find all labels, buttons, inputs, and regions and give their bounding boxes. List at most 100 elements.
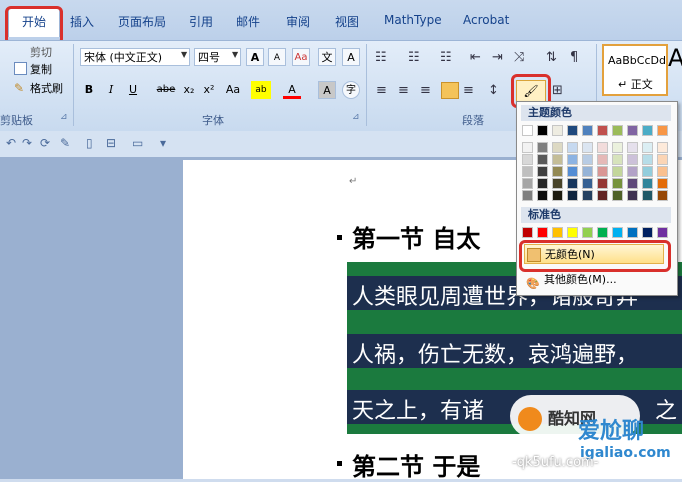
theme-color-swatch[interactable]: [582, 154, 593, 165]
multilevel-list-icon[interactable]: ☷: [440, 50, 452, 65]
theme-color-swatch[interactable]: [567, 125, 578, 136]
theme-color-swatch[interactable]: [627, 178, 638, 189]
theme-color-swatch[interactable]: [522, 166, 533, 177]
tab-references[interactable]: 引用: [189, 13, 213, 30]
standard-color-swatch[interactable]: [597, 227, 608, 238]
theme-color-swatch[interactable]: [627, 166, 638, 177]
font-color-button[interactable]: A: [283, 81, 301, 99]
change-case-button[interactable]: Aa: [222, 81, 244, 99]
body-line-2[interactable]: 人祸，伤亡无数，哀鸿遍野，: [352, 337, 638, 369]
italic-button[interactable]: I: [102, 81, 120, 99]
standard-color-swatch[interactable]: [582, 227, 593, 238]
asian-layout-icon[interactable]: ⤨: [514, 50, 524, 65]
new-document-icon[interactable]: ▯: [86, 136, 93, 150]
redo-icon[interactable]: ↷: [22, 136, 32, 150]
theme-color-swatch[interactable]: [657, 190, 668, 201]
sort-icon[interactable]: ⇅: [546, 50, 557, 65]
theme-color-swatch[interactable]: [537, 154, 548, 165]
align-left-icon[interactable]: ≡: [376, 83, 387, 98]
theme-color-swatch[interactable]: [552, 154, 563, 165]
clipboard-launcher-icon[interactable]: ⊿: [60, 112, 68, 122]
tab-mathtype[interactable]: MathType: [384, 13, 442, 27]
tab-mailings[interactable]: 邮件: [236, 13, 260, 30]
align-right-icon[interactable]: ≡: [420, 83, 431, 98]
decrease-indent-icon[interactable]: ⇤: [470, 50, 481, 65]
table-icon[interactable]: ⊟: [106, 136, 116, 150]
standard-color-swatch[interactable]: [627, 227, 638, 238]
theme-color-swatch[interactable]: [582, 166, 593, 177]
theme-color-swatch[interactable]: [657, 154, 668, 165]
bold-button[interactable]: B: [80, 81, 98, 99]
theme-color-swatch[interactable]: [642, 178, 653, 189]
standard-color-swatch[interactable]: [567, 227, 578, 238]
theme-color-swatch[interactable]: [642, 154, 653, 165]
theme-color-swatch[interactable]: [537, 142, 548, 153]
theme-color-swatch[interactable]: [552, 190, 563, 201]
format-painter-button[interactable]: 格式刷: [30, 80, 63, 96]
grow-font-button[interactable]: A: [246, 48, 264, 66]
theme-color-swatch[interactable]: [612, 154, 623, 165]
open-icon[interactable]: ▭: [132, 136, 143, 150]
increase-indent-icon[interactable]: ⇥: [492, 50, 503, 65]
theme-color-swatch[interactable]: [567, 142, 578, 153]
theme-color-swatch[interactable]: [552, 125, 563, 136]
standard-color-swatch[interactable]: [612, 227, 623, 238]
enclose-char-button[interactable]: 字: [342, 81, 360, 99]
standard-color-swatch[interactable]: [522, 227, 533, 238]
body-line-3[interactable]: 天之上，有诸: [352, 393, 484, 425]
undo-icon[interactable]: ↶: [6, 136, 16, 150]
theme-color-swatch[interactable]: [627, 142, 638, 153]
theme-color-swatch[interactable]: [597, 154, 608, 165]
theme-color-swatch[interactable]: [657, 166, 668, 177]
theme-color-swatch[interactable]: [642, 142, 653, 153]
theme-color-swatch[interactable]: [552, 142, 563, 153]
line-spacing-icon[interactable]: ↕: [488, 83, 499, 98]
font-launcher-icon[interactable]: ⊿: [352, 112, 360, 122]
theme-color-swatch[interactable]: [582, 190, 593, 201]
align-center-icon[interactable]: ≡: [398, 83, 409, 98]
show-marks-icon[interactable]: ¶: [570, 50, 578, 65]
theme-color-swatch[interactable]: [567, 154, 578, 165]
theme-color-swatch[interactable]: [612, 190, 623, 201]
theme-color-swatch[interactable]: [582, 178, 593, 189]
style-normal-tile[interactable]: AaBbCcDd ↵ 正文: [602, 44, 668, 96]
standard-color-swatch[interactable]: [657, 227, 668, 238]
theme-color-swatch[interactable]: [597, 178, 608, 189]
bullets-icon[interactable]: ☷: [375, 50, 387, 65]
theme-color-swatch[interactable]: [537, 190, 548, 201]
justify-icon[interactable]: [441, 82, 459, 99]
strikethrough-button[interactable]: abe: [154, 81, 178, 99]
char-shading-button[interactable]: A: [318, 81, 336, 99]
edit-icon[interactable]: ✎: [60, 136, 70, 150]
standard-color-swatch[interactable]: [552, 227, 563, 238]
theme-color-swatch[interactable]: [537, 125, 548, 136]
shrink-font-button[interactable]: A: [268, 48, 286, 66]
customize-toolbar-icon[interactable]: ▾: [160, 136, 166, 150]
copy-button[interactable]: 复制: [30, 61, 52, 77]
theme-color-swatch[interactable]: [612, 178, 623, 189]
superscript-button[interactable]: x²: [200, 81, 218, 99]
theme-color-swatch[interactable]: [597, 125, 608, 136]
theme-color-swatch[interactable]: [582, 125, 593, 136]
theme-color-swatch[interactable]: [522, 154, 533, 165]
theme-color-swatch[interactable]: [612, 125, 623, 136]
tab-page-layout[interactable]: 页面布局: [118, 13, 166, 30]
tab-review[interactable]: 审阅: [286, 13, 310, 30]
theme-color-swatch[interactable]: [567, 178, 578, 189]
underline-button[interactable]: U: [124, 81, 142, 99]
theme-color-swatch[interactable]: [567, 166, 578, 177]
theme-color-swatch[interactable]: [612, 166, 623, 177]
tab-insert[interactable]: 插入: [70, 13, 94, 30]
theme-color-swatch[interactable]: [642, 166, 653, 177]
theme-color-swatch[interactable]: [522, 125, 533, 136]
heading-section-2[interactable]: 第二节 于是: [352, 447, 480, 482]
char-border-button[interactable]: A: [342, 48, 360, 66]
theme-color-swatch[interactable]: [552, 178, 563, 189]
cut-button[interactable]: 剪切: [30, 44, 52, 60]
theme-color-swatch[interactable]: [537, 166, 548, 177]
chevron-down-icon[interactable]: ▼: [232, 50, 238, 59]
theme-color-swatch[interactable]: [522, 142, 533, 153]
text-highlight-button[interactable]: ab: [251, 81, 271, 99]
chevron-down-icon[interactable]: ▼: [181, 50, 187, 59]
theme-color-swatch[interactable]: [627, 154, 638, 165]
